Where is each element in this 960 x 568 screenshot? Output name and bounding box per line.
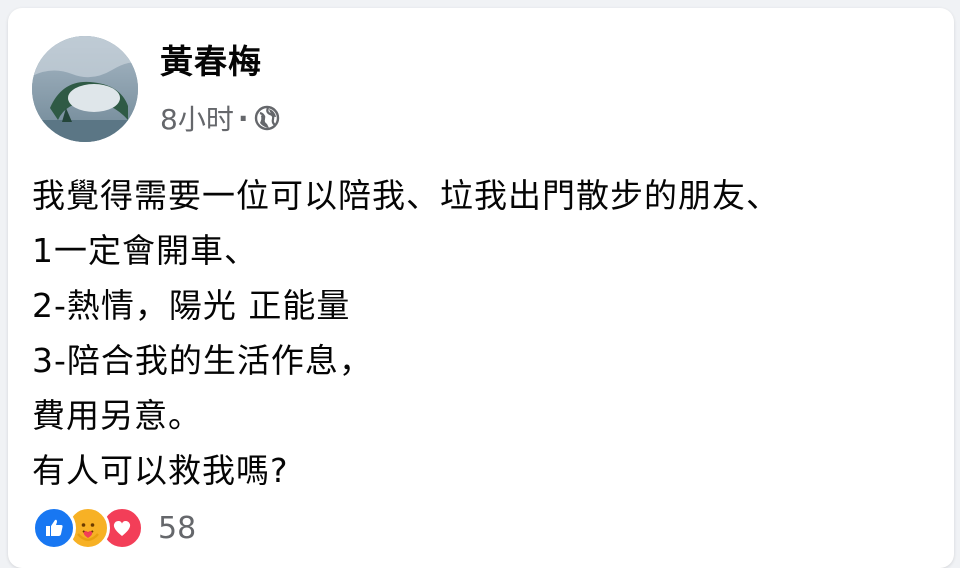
post-line: 3-陪合我的生活作息， bbox=[32, 341, 373, 380]
post-time[interactable]: 8小时 bbox=[160, 98, 234, 138]
post-line: 2-熱情，陽光 正能量 bbox=[32, 286, 351, 325]
post-line: 費用另意。 bbox=[32, 396, 202, 435]
reaction-summary[interactable]: 58 bbox=[32, 505, 196, 551]
post-line: 1一定會開車、 bbox=[32, 231, 258, 270]
author-name[interactable]: 黃春梅 bbox=[160, 38, 262, 86]
reaction-count[interactable]: 58 bbox=[158, 511, 196, 546]
post-meta: 8小时 · bbox=[160, 96, 280, 140]
globe-icon bbox=[254, 105, 280, 131]
meta-separator: · bbox=[237, 101, 249, 135]
like-icon bbox=[32, 506, 76, 550]
post-line: 有人可以救我嗎? bbox=[32, 451, 289, 490]
avatar[interactable] bbox=[32, 36, 138, 142]
post-text: 我覺得需要一位可以陪我、垃我出門散步的朋友、 1一定會開車、 2-熱情，陽光 正… bbox=[32, 168, 932, 498]
post-line: 我覺得需要一位可以陪我、垃我出門散步的朋友、 bbox=[32, 176, 780, 215]
post-card: 黃春梅 8小时 · 我覺得需要一位可以陪我、垃我出門散步的朋友、 1一定會開車、… bbox=[8, 8, 954, 568]
